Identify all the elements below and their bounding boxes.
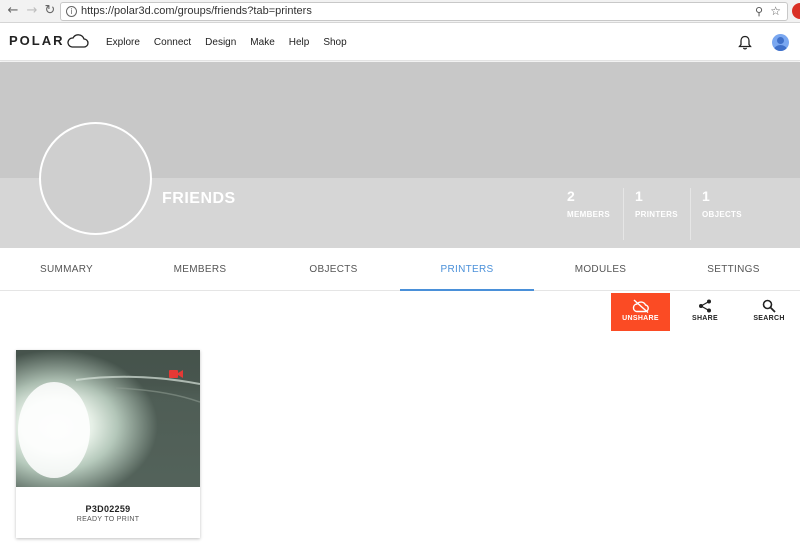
tab-printers[interactable]: PRINTERS bbox=[400, 248, 534, 291]
active-tab-indicator bbox=[400, 289, 534, 291]
printer-webcam-image[interactable] bbox=[16, 350, 200, 487]
logo-text: POLAR bbox=[9, 33, 65, 48]
share-button[interactable]: SHARE bbox=[680, 293, 730, 331]
unshare-label: UNSHARE bbox=[622, 315, 659, 322]
forward-arrow-icon[interactable]: → bbox=[24, 3, 40, 19]
tab-objects[interactable]: OBJECTS bbox=[267, 248, 400, 291]
group-tabs: SUMMARY MEMBERS OBJECTS PRINTERS MODULES… bbox=[0, 248, 800, 291]
search-label: SEARCH bbox=[753, 315, 785, 322]
stat-objects[interactable]: 1 OBJECTS bbox=[702, 188, 742, 242]
printer-card[interactable]: P3D02259 READY TO PRINT bbox=[16, 350, 200, 538]
nav-explore[interactable]: Explore bbox=[106, 37, 140, 48]
stat-objects-count: 1 bbox=[702, 188, 710, 204]
group-banner: FRIENDS 2 MEMBERS 1 PRINTERS 1 OBJECTS bbox=[0, 62, 800, 248]
browser-toolbar: ← → ↻ i https://polar3d.com/groups/frien… bbox=[0, 0, 800, 23]
stat-members-count: 2 bbox=[567, 188, 575, 204]
info-icon[interactable]: i bbox=[66, 6, 77, 17]
user-avatar[interactable] bbox=[772, 34, 789, 51]
tab-summary[interactable]: SUMMARY bbox=[0, 248, 133, 291]
nav-shop[interactable]: Shop bbox=[323, 37, 346, 48]
cloud-off-icon bbox=[632, 299, 649, 313]
unshare-button[interactable]: UNSHARE bbox=[611, 293, 670, 331]
bookmark-star-icon[interactable]: ☆ bbox=[770, 4, 781, 18]
stat-members[interactable]: 2 MEMBERS bbox=[567, 188, 610, 242]
printer-name[interactable]: P3D02259 bbox=[16, 504, 200, 514]
nav-connect[interactable]: Connect bbox=[154, 37, 191, 48]
back-arrow-icon[interactable]: ← bbox=[5, 3, 21, 19]
zoom-icon[interactable]: ⚲ bbox=[755, 5, 763, 18]
live-camera-icon bbox=[169, 370, 183, 378]
site-header: POLAR Explore Connect Design Make Help S… bbox=[0, 23, 800, 61]
stat-divider bbox=[623, 188, 624, 240]
search-button[interactable]: SEARCH bbox=[744, 293, 794, 331]
group-avatar bbox=[39, 122, 152, 235]
search-icon bbox=[762, 299, 776, 313]
reload-icon[interactable]: ↻ bbox=[42, 3, 58, 19]
stat-printers[interactable]: 1 PRINTERS bbox=[635, 188, 678, 242]
stat-members-label: MEMBERS bbox=[567, 210, 610, 219]
extension-icon[interactable] bbox=[792, 3, 800, 19]
stat-divider bbox=[690, 188, 691, 240]
share-label: SHARE bbox=[691, 315, 718, 322]
nav-help[interactable]: Help bbox=[289, 37, 310, 48]
printer-status: READY TO PRINT bbox=[76, 516, 140, 523]
stat-printers-count: 1 bbox=[635, 188, 643, 204]
group-name: FRIENDS bbox=[162, 190, 236, 207]
cloud-logo-icon bbox=[66, 33, 89, 48]
tab-settings[interactable]: SETTINGS bbox=[667, 248, 800, 291]
stat-objects-label: OBJECTS bbox=[702, 210, 742, 219]
address-bar[interactable]: i https://polar3d.com/groups/friends?tab… bbox=[60, 2, 788, 21]
tab-members[interactable]: MEMBERS bbox=[133, 248, 267, 291]
tab-modules[interactable]: MODULES bbox=[534, 248, 667, 291]
polar-logo[interactable]: POLAR bbox=[9, 33, 89, 48]
nav-design[interactable]: Design bbox=[205, 37, 236, 48]
stat-printers-label: PRINTERS bbox=[635, 210, 678, 219]
share-icon bbox=[699, 299, 711, 313]
nav-make[interactable]: Make bbox=[250, 37, 274, 48]
main-nav: Explore Connect Design Make Help Shop bbox=[106, 37, 361, 48]
notifications-bell-icon[interactable] bbox=[738, 35, 752, 50]
address-bar-url[interactable]: https://polar3d.com/groups/friends?tab=p… bbox=[81, 5, 312, 17]
